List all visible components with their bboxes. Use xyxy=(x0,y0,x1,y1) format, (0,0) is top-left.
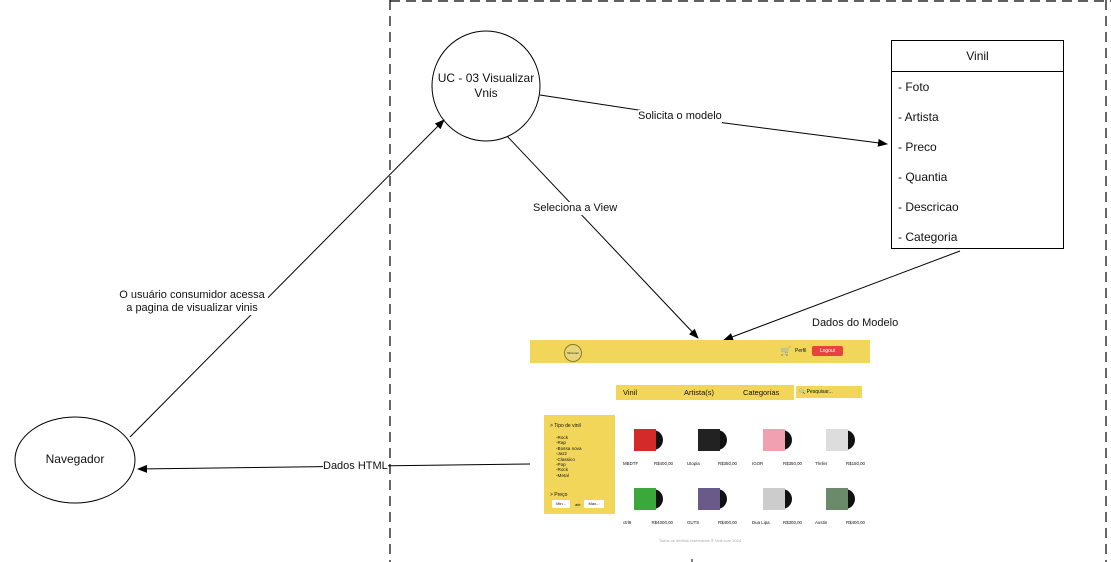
mockup-filter-sidebar: > Tipo de vinil -Rock -Rap -Bossa nova -… xyxy=(544,415,615,514)
product-card: Dua Lipa R$300,00 xyxy=(752,477,802,527)
view-mockup: Vinil.com 🛒 Perfil Logout Vinil Artista(… xyxy=(530,340,870,548)
product-price: R$150,00 xyxy=(845,461,865,466)
product-card: Austin R$400,00 xyxy=(815,477,865,527)
product-name: IGOR xyxy=(752,461,764,466)
edge-label-model-data: Dados do Modelo xyxy=(812,317,899,330)
edge-label-user-access: O usuário consumidor acessa a pagina de … xyxy=(116,289,268,315)
edge-label-select-view: Seleciona a View xyxy=(533,202,618,215)
genre-list: -Rock -Rap -Bossa nova -Jazz -Classico -… xyxy=(556,435,582,478)
mockup-nav-item: Vinil xyxy=(623,388,638,397)
product-name: Thriler xyxy=(815,461,828,466)
model-class-title: Vinil xyxy=(892,41,1063,72)
model-attribute: - Categoria xyxy=(898,230,958,244)
min-price-input: Min... xyxy=(552,500,570,508)
product-price: R$4000,00 xyxy=(651,520,673,525)
mockup-nav-item: Categorias xyxy=(743,388,780,397)
vinyl-record-image xyxy=(826,488,855,510)
vinyl-record-image xyxy=(634,429,663,451)
vinyl-record-image xyxy=(763,429,792,451)
model-class-box: Vinil - Foto - Artista - Preco - Quantia… xyxy=(891,40,1064,249)
product-name: Austin xyxy=(815,520,828,525)
mockup-nav: Vinil Artista(s) Categorias xyxy=(616,385,794,400)
edge-label-request-model: Solicita o modelo xyxy=(638,110,722,123)
mockup-logo: Vinil.com xyxy=(564,344,582,362)
mockup-footer: Todos os direitos reservados ® Vinil.com… xyxy=(658,538,742,543)
product-price: R$300,00 xyxy=(782,520,802,525)
cart-icon: 🛒 xyxy=(780,346,792,356)
product-name: Dua Lipa xyxy=(752,520,770,525)
genre-item: -Metal xyxy=(556,472,569,478)
model-attribute: - Preco xyxy=(898,140,937,154)
product-card: GUTS R$400,00 xyxy=(687,477,737,527)
mockup-header: Vinil.com 🛒 Perfil Logout xyxy=(530,340,870,363)
product-price: R$400,00 xyxy=(845,520,865,525)
search-icon: 🔍 xyxy=(799,389,806,395)
vinyl-record-image xyxy=(698,488,727,510)
product-name: Utopia xyxy=(687,461,700,466)
actor-label: Navegador xyxy=(45,452,105,466)
vinyl-record-image xyxy=(634,488,663,510)
edge-label-html-data: Dados HTML xyxy=(323,460,388,473)
product-name: ctrl8 xyxy=(623,520,632,525)
vinyl-record-image xyxy=(763,488,792,510)
product-card: Thriler R$150,00 xyxy=(815,418,865,468)
product-name: MBDTF xyxy=(623,461,639,466)
use-case-label: UC - 03 Visualizar Vnis xyxy=(437,71,535,100)
vinyl-record-image xyxy=(826,429,855,451)
product-card: IGOR R$350,00 xyxy=(752,418,802,468)
edge-select-view xyxy=(506,135,699,339)
max-price-input: Max... xyxy=(584,500,604,508)
price-ate-label: até xyxy=(575,502,581,507)
product-price: R$400,00 xyxy=(653,461,673,466)
mockup-perfil-link: Perfil xyxy=(795,348,807,354)
model-attribute: - Foto xyxy=(898,80,930,94)
product-price: R$350,00 xyxy=(717,461,737,466)
mockup-search: 🔍 Pesquisar... xyxy=(796,386,862,398)
product-card: Utopia R$350,00 xyxy=(687,418,737,468)
product-price: R$350,00 xyxy=(782,461,802,466)
product-card: ctrl8 R$4000,00 xyxy=(623,477,673,527)
edge-user-access xyxy=(129,119,445,438)
vinyl-record-image xyxy=(698,429,727,451)
filter-type-title: > Tipo de vinil xyxy=(550,423,581,429)
product-card: MBDTF R$400,00 xyxy=(623,418,673,468)
model-attribute: - Quantia xyxy=(898,170,948,184)
model-attribute: - Artista xyxy=(898,110,939,124)
mockup-logout-button: Logout xyxy=(812,346,843,356)
product-price: R$400,00 xyxy=(717,520,737,525)
mockup-search-placeholder: Pesquisar... xyxy=(806,389,833,395)
mockup-nav-item: Artista(s) xyxy=(684,388,714,397)
filter-price-title: > Preço xyxy=(550,492,568,498)
model-attribute: - Descricao xyxy=(898,200,959,214)
product-name: GUTS xyxy=(687,520,700,525)
